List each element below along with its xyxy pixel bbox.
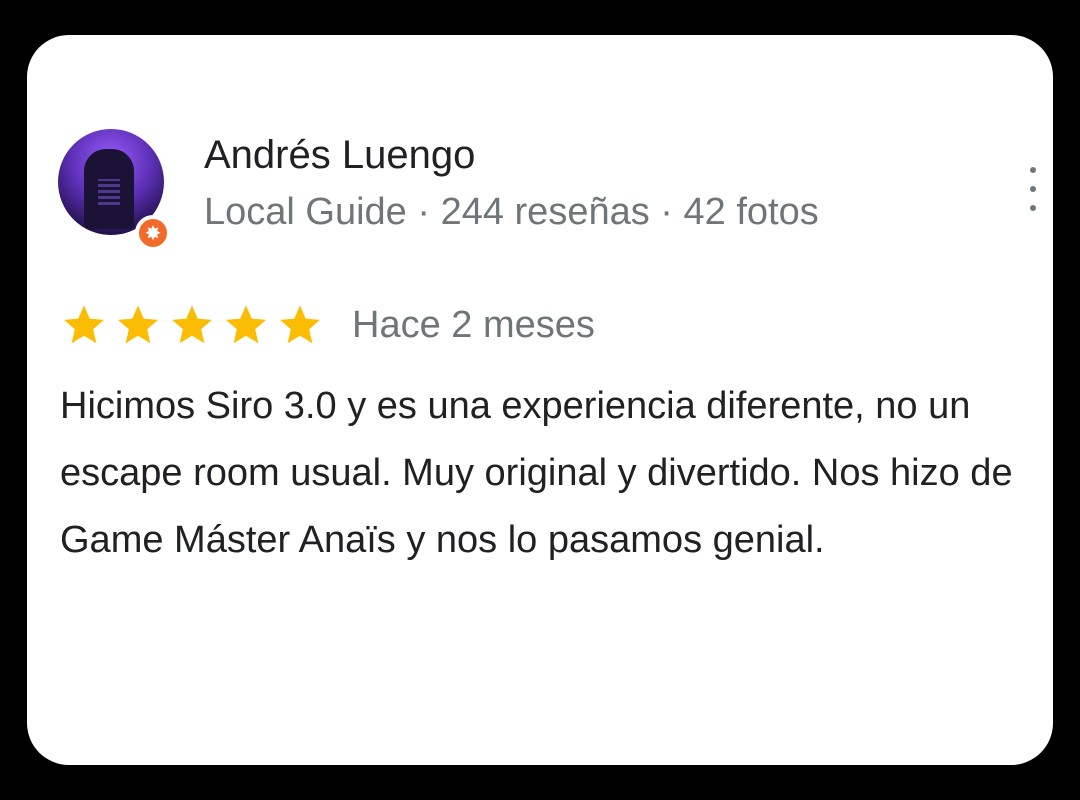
author-meta: Local Guide · 244 reseñas · 42 fotos	[204, 191, 819, 233]
local-guide-badge-icon: ✸	[135, 215, 171, 251]
review-text: Hicimos Siro 3.0 y es una experiencia di…	[60, 385, 1013, 561]
more-dot	[1030, 167, 1036, 173]
more-options-icon[interactable]	[1023, 167, 1043, 211]
star-icon	[64, 305, 104, 344]
more-dot	[1030, 186, 1036, 192]
rating-row: Hace 2 meses	[60, 301, 595, 349]
star-icon	[280, 305, 320, 344]
star-rating	[60, 301, 324, 349]
more-dot	[1030, 205, 1036, 211]
star-icon	[118, 305, 158, 344]
review-card: ✸ Andrés Luengo Local Guide · 244 reseña…	[27, 35, 1053, 765]
author-name[interactable]: Andrés Luengo	[204, 133, 475, 178]
review-date: Hace 2 meses	[352, 303, 595, 346]
avatar-figure	[84, 149, 134, 229]
star-icon	[172, 305, 212, 344]
star-icon	[226, 305, 266, 344]
